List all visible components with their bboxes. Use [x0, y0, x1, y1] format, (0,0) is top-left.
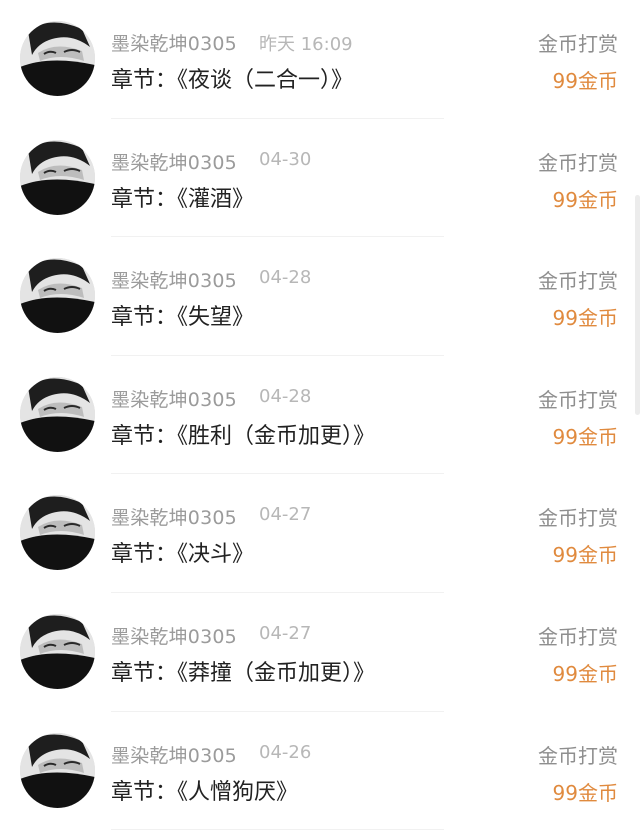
reward-time: 昨天 16:09: [259, 34, 353, 55]
reward-type: 金币打赏: [538, 32, 618, 56]
avatar-icon: [20, 732, 95, 808]
username: 墨染乾坤0305: [111, 151, 237, 174]
user-avatar[interactable]: [20, 258, 95, 334]
reward-record-row[interactable]: 墨染乾坤0305 04-27 章节：《决斗》 金币打赏 99金币: [0, 474, 640, 593]
chapter-prefix: 章节：: [111, 542, 178, 568]
reward-amount: 99金币: [552, 69, 618, 93]
reward-type: 金币打赏: [538, 387, 618, 412]
avatar-icon: [20, 21, 95, 96]
reward-record-row[interactable]: 墨染乾坤0305 04-26 章节：《人憎狗厌》 金币打赏 99金币: [0, 712, 640, 830]
reward-record-row[interactable]: 墨染乾坤0305 04-27 章节：《莽撞（金币加更）》 金币打赏 99金币: [0, 593, 640, 712]
avatar-icon: [20, 376, 95, 452]
chapter-prefix: 章节：: [111, 423, 178, 449]
chapter-name: 《人憎狗厌》: [177, 779, 299, 805]
reward-type: 金币打赏: [538, 150, 618, 175]
reward-record-row[interactable]: 墨染乾坤0305 04-28 章节：《失望》 金币打赏 99金币: [0, 237, 640, 356]
reward-record-list: 墨染乾坤0305 昨天 16:09 章节：《夜谈（二合一）》 金币打赏 99金币…: [0, 0, 640, 830]
chapter-prefix: 章节：: [111, 305, 178, 331]
user-avatar[interactable]: [20, 495, 95, 571]
username: 墨染乾坤0305: [111, 388, 237, 411]
reward-record-row[interactable]: 墨染乾坤0305 04-28 章节：《胜利（金币加更）》 金币打赏 99金币: [0, 356, 640, 475]
reward-amount: 99金币: [552, 187, 618, 212]
chapter-title: 章节：《夜谈（二合一）》: [111, 62, 353, 94]
reward-record-row[interactable]: 墨染乾坤0305 昨天 16:09 章节：《夜谈（二合一）》 金币打赏 99金币: [0, 0, 640, 119]
chapter-name: 《灌酒》: [177, 186, 255, 212]
user-avatar[interactable]: [20, 21, 95, 96]
username: 墨染乾坤0305: [111, 625, 237, 648]
reward-time: 04-26: [259, 741, 312, 763]
reward-type: 金币打赏: [538, 743, 618, 768]
reward-time: 04-27: [259, 622, 312, 644]
user-avatar[interactable]: [20, 139, 95, 215]
scrollbar[interactable]: [635, 195, 640, 415]
username: 墨染乾坤0305: [111, 744, 237, 767]
avatar-icon: [20, 613, 95, 689]
reward-time: 04-27: [259, 504, 312, 526]
reward-amount: 99金币: [552, 661, 618, 686]
avatar-icon: [20, 139, 95, 215]
username: 墨染乾坤0305: [111, 270, 237, 293]
chapter-title: 章节：《莽撞（金币加更）》: [111, 655, 375, 687]
username: 墨染乾坤0305: [111, 507, 237, 530]
chapter-title: 章节：《人憎狗厌》: [111, 774, 298, 806]
reward-amount: 99金币: [552, 306, 618, 331]
chapter-prefix: 章节：: [111, 186, 178, 212]
reward-time: 04-28: [259, 385, 312, 407]
user-avatar[interactable]: [20, 732, 95, 808]
reward-record-row[interactable]: 墨染乾坤0305 04-30 章节：《灌酒》 金币打赏 99金币: [0, 119, 640, 238]
avatar-icon: [20, 495, 95, 571]
chapter-name: 《决斗》: [177, 542, 255, 568]
chapter-title: 章节：《决斗》: [111, 536, 254, 568]
chapter-name: 《夜谈（二合一）》: [177, 68, 354, 93]
reward-type: 金币打赏: [538, 624, 618, 649]
chapter-prefix: 章节：: [111, 660, 178, 686]
chapter-name: 《莽撞（金币加更）》: [177, 660, 376, 686]
reward-time: 04-30: [259, 148, 312, 170]
chapter-prefix: 章节：: [111, 779, 178, 805]
user-avatar[interactable]: [20, 376, 95, 452]
avatar-icon: [20, 258, 95, 334]
user-avatar[interactable]: [20, 613, 95, 689]
username: 墨染乾坤0305: [111, 33, 237, 55]
chapter-prefix: 章节：: [111, 68, 178, 93]
reward-amount: 99金币: [552, 780, 618, 805]
chapter-name: 《失望》: [177, 305, 255, 331]
chapter-title: 章节：《灌酒》: [111, 181, 254, 213]
chapter-title: 章节：《胜利（金币加更）》: [111, 418, 375, 450]
reward-type: 金币打赏: [538, 269, 618, 294]
chapter-title: 章节：《失望》: [111, 299, 254, 331]
reward-type: 金币打赏: [538, 506, 618, 531]
reward-time: 04-28: [259, 267, 312, 289]
reward-amount: 99金币: [552, 424, 618, 449]
chapter-name: 《胜利（金币加更）》: [177, 423, 376, 449]
reward-amount: 99金币: [552, 543, 618, 568]
